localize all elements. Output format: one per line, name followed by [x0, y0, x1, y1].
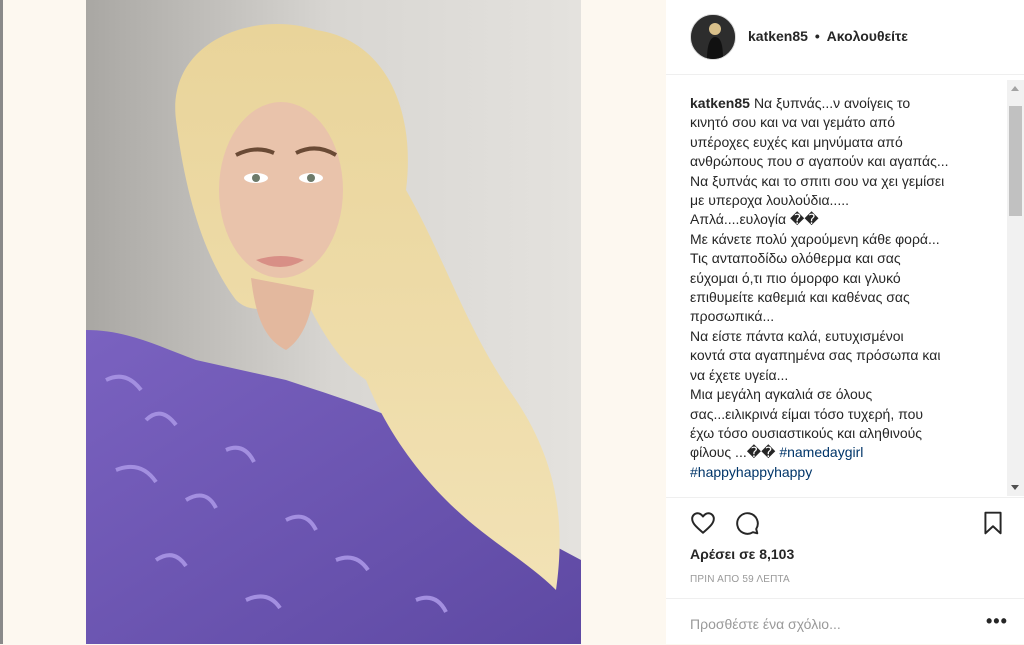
comment-button[interactable] [734, 510, 760, 536]
post-timestamp[interactable]: ΠΡΙΝ ΑΠΟ 59 ΛΕΠΤΑ [690, 574, 790, 585]
like-button[interactable] [690, 510, 716, 536]
caption-line: εύχομαι ό,τι πιο όμορφο και γλυκό [690, 269, 901, 286]
caption-line: #happyhappyhappy [690, 463, 986, 482]
caption-line: επιθυμείτε καθεμιά και καθένας σας [690, 289, 910, 306]
caption-line: να έχετε υγεία... [690, 366, 789, 383]
caption-line: Μια μεγάλη αγκαλιά σε όλους [690, 386, 873, 403]
scroll-down-arrow[interactable] [1011, 485, 1019, 490]
comment-icon [736, 512, 759, 535]
header-separator: • [814, 28, 820, 44]
post-actions [666, 497, 1024, 548]
caption-line: φίλους ...�� #namedaygirl [690, 444, 864, 461]
comment-input[interactable] [690, 613, 950, 635]
caption-line: κινητό σου και να ναι γεμάτο από [690, 114, 896, 131]
caption-line: Απλά....ευλογία �� [690, 211, 819, 228]
caption-line: έχω τόσο ουσιαστικούς και αληθινούς [690, 424, 923, 441]
header-user-info: katken85 • Ακολουθείτε [748, 28, 908, 44]
bookmark-icon [984, 511, 1002, 535]
caption-line: σας...ειλικρινά είμαι τόσο τυχερή, που [690, 405, 924, 422]
header-username[interactable]: katken85 [748, 28, 808, 44]
caption-scroll-area[interactable]: katken85 Να ξυπνάς...ν ανοίγεις το κινητό… [666, 80, 1024, 496]
caption-username[interactable]: katken85 [690, 95, 750, 111]
follow-status[interactable]: Ακολουθείτε [827, 28, 908, 44]
caption-line: katken85 Να ξυπνάς...ν ανοίγεις το [690, 95, 911, 111]
save-button[interactable] [980, 510, 1006, 536]
post-photo-image [86, 0, 581, 644]
post-header: katken85 • Ακολουθείτε [666, 0, 1024, 75]
caption-line: με υπεροχα λουλούδια..... [690, 192, 849, 209]
hashtag-link[interactable]: #happyhappyhappy [690, 464, 812, 480]
more-options-icon[interactable]: ••• [986, 611, 1008, 632]
caption-line: Να είστε πάντα καλά, ευτυχισμένοι [690, 327, 904, 344]
hashtag-link[interactable]: #namedaygirl [779, 444, 863, 460]
caption-line: κοντά στα αγαπημένα σας πρόσωπα και [690, 347, 941, 364]
scrollbar-thumb[interactable] [1009, 106, 1022, 216]
heart-icon [691, 512, 715, 534]
avatar-image [691, 15, 735, 59]
caption-line: Τις ανταποδίδω ολόθερμα και σας [690, 250, 901, 267]
caption-line: Να ξυπνάς και το σπιτι σου να χει γεμίσε… [690, 172, 945, 189]
caption-line: υπέροχες ευχές και μηνύματα από [690, 133, 903, 150]
comment-bar: ••• [666, 598, 1024, 645]
avatar[interactable] [690, 14, 736, 60]
post-caption: katken85 Να ξυπνάς...ν ανοίγεις το κινητό… [690, 94, 986, 482]
caption-line: προσωπικά... [690, 308, 775, 325]
post-side-panel: katken85 • Ακολουθείτε katken85 Να ξυπνάς… [666, 0, 1024, 644]
caption-line: ανθρώπους που σ αγαπούν και αγαπάς... [690, 153, 949, 170]
caption-line: Με κάνετε πολύ χαρούμενη κάθε φορά... [690, 230, 940, 247]
caption-scrollbar[interactable] [1007, 80, 1024, 496]
page-left-edge [0, 0, 3, 644]
likes-count[interactable]: Αρέσει σε 8,103 [690, 546, 794, 562]
scroll-up-arrow[interactable] [1011, 86, 1019, 91]
post-photo[interactable] [86, 0, 581, 644]
